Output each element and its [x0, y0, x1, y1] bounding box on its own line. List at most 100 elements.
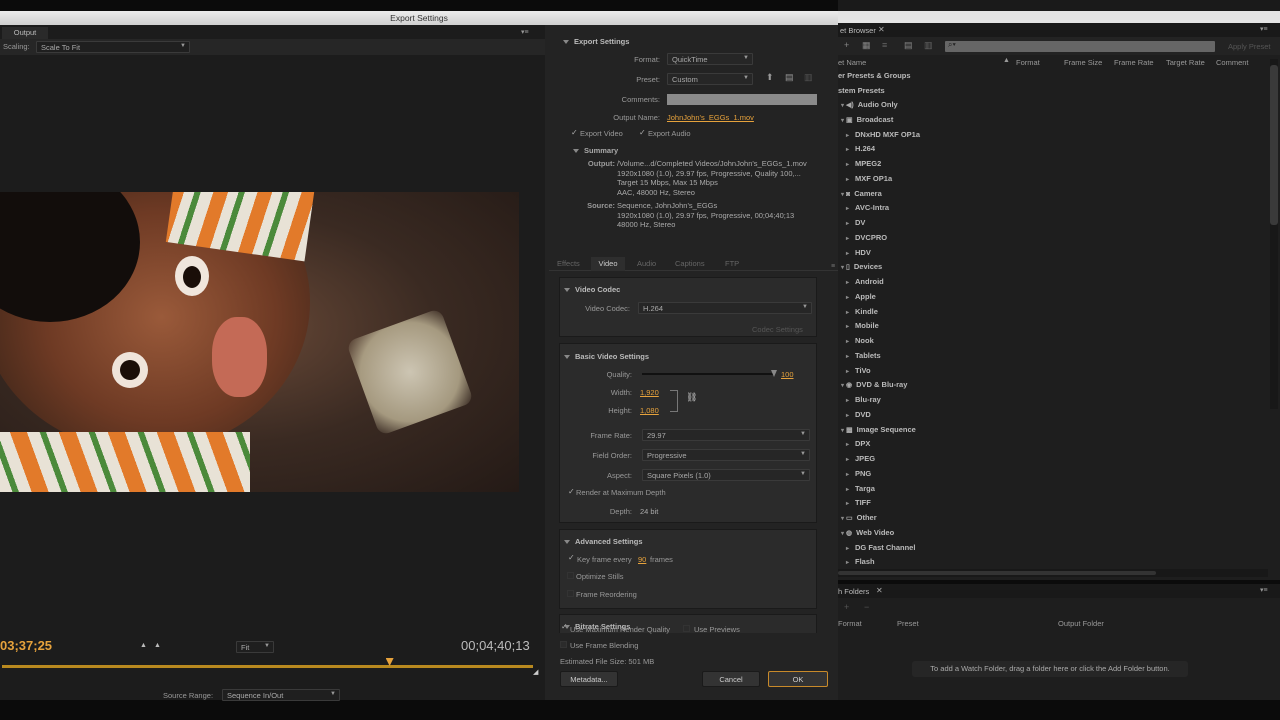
preset-item[interactable]: ▸ Blu-ray	[838, 395, 881, 404]
preset-item[interactable]: ▸ DNxHD MXF OP1a	[838, 130, 920, 139]
zoom-dropdown[interactable]: Fit ▼	[236, 641, 274, 653]
preset-item[interactable]: ▸ DVD	[838, 410, 871, 419]
column-format[interactable]: Format	[838, 619, 862, 628]
column-frame-rate[interactable]: Frame Rate	[1114, 58, 1154, 67]
disclosure-icon[interactable]: ▸	[846, 324, 849, 330]
disclosure-icon[interactable]: ▸	[846, 546, 849, 552]
summary-header[interactable]: Summary	[573, 146, 618, 155]
disclosure-icon[interactable]: ▸	[846, 310, 849, 316]
preset-item[interactable]: ▸ MPEG2	[838, 159, 881, 168]
keyframe-value[interactable]: 90	[638, 555, 646, 564]
preset-item[interactable]: ▸ TIFF	[838, 498, 871, 507]
disclosure-icon[interactable]: ▸	[846, 339, 849, 345]
column-output-folder[interactable]: Output Folder	[1058, 619, 1104, 628]
source-range-dropdown[interactable]: Sequence In/Out ▼	[222, 689, 340, 701]
preset-item[interactable]: ▸ TiVo	[838, 366, 871, 375]
preset-item[interactable]: ▾ ◀) Audio Only	[838, 100, 898, 109]
tab-captions[interactable]: Captions	[675, 259, 705, 268]
column-comment[interactable]: Comment	[1216, 58, 1249, 67]
preset-item[interactable]: ▾ ◉ DVD & Blu-ray	[838, 380, 907, 389]
link-icon[interactable]: ⛓	[686, 392, 697, 403]
system-presets-group[interactable]: stem Presets	[838, 86, 885, 95]
panel-menu-icon[interactable]: ▾≡	[1260, 586, 1268, 594]
timeline-track[interactable]	[2, 665, 533, 668]
remove-preset-icon[interactable]: ≡	[882, 40, 887, 50]
scroll-menu-icon[interactable]: ≡	[831, 263, 835, 270]
save-preset-icon[interactable]: ⬆	[766, 72, 774, 83]
disclosure-icon[interactable]: ▸	[846, 472, 849, 478]
preset-item[interactable]: ▸ DVCPRO	[838, 233, 887, 242]
tab-video[interactable]: Video	[591, 257, 625, 271]
disclosure-icon[interactable]: ▾	[841, 265, 844, 271]
disclosure-icon[interactable]: ▸	[846, 236, 849, 242]
disclosure-icon[interactable]: ▾	[841, 118, 844, 124]
remove-folder-icon[interactable]: −	[864, 602, 869, 612]
disclosure-icon[interactable]: ▸	[846, 398, 849, 404]
disclosure-icon[interactable]: ▸	[846, 369, 849, 375]
disclosure-icon[interactable]: ▾	[841, 531, 844, 537]
disclosure-icon[interactable]: ▸	[846, 457, 849, 463]
frame-blending-checkbox[interactable]	[560, 641, 567, 648]
import-preset-icon[interactable]: ▤	[785, 72, 794, 83]
comments-input[interactable]	[667, 94, 817, 105]
frame-rate-dropdown[interactable]: 29.97 ▼	[642, 429, 810, 441]
metadata-button[interactable]: Metadata...	[560, 671, 618, 687]
disclosure-icon[interactable]: ▸	[846, 147, 849, 153]
disclosure-icon[interactable]: ▸	[846, 487, 849, 493]
panel-menu-icon[interactable]: ▾≡	[521, 28, 529, 36]
keyframe-checkbox[interactable]: ✓	[568, 553, 575, 562]
disclosure-icon[interactable]: ▾	[841, 192, 844, 198]
max-render-quality-checkbox[interactable]: ✓	[561, 622, 568, 631]
preset-item[interactable]: ▸ Android	[838, 277, 884, 286]
optimize-stills-checkbox[interactable]	[567, 572, 574, 579]
column-format[interactable]: Format	[1016, 58, 1040, 67]
preset-item[interactable]: ▾ ◙ Camera	[838, 189, 882, 198]
disclosure-icon[interactable]: ▸	[846, 280, 849, 286]
export-video-checkbox[interactable]: ✓	[571, 128, 578, 137]
preset-item[interactable]: ▸ Flash	[838, 557, 875, 566]
column-preset[interactable]: Preset	[897, 619, 919, 628]
disclosure-icon[interactable]: ▸	[846, 560, 849, 566]
set-out-icon[interactable]: ▲	[154, 642, 161, 649]
quality-slider[interactable]	[642, 373, 774, 375]
tab-preset-browser[interactable]: et Browser	[840, 26, 876, 35]
disclosure-icon[interactable]: ▾	[841, 428, 844, 434]
close-icon[interactable]: ✕	[878, 25, 885, 34]
advanced-header[interactable]: Advanced Settings	[564, 537, 643, 546]
preset-item[interactable]: ▸ Kindle	[838, 307, 878, 316]
quality-value[interactable]: 100	[781, 370, 794, 379]
search-input[interactable]: ⌕▾	[945, 40, 1215, 52]
panel-menu-icon[interactable]: ▾≡	[1260, 25, 1268, 33]
disclosure-icon[interactable]: ▸	[846, 295, 849, 301]
aspect-dropdown[interactable]: Square Pixels (1.0) ▼	[642, 469, 810, 481]
tab-effects[interactable]: Effects	[557, 259, 580, 268]
user-presets-group[interactable]: er Presets & Groups	[838, 71, 911, 80]
sort-icon[interactable]: ▲	[1003, 57, 1010, 64]
preset-item[interactable]: ▸ Nook	[838, 336, 874, 345]
codec-settings-button[interactable]: Codec Settings	[752, 325, 803, 334]
disclosure-icon[interactable]: ▸	[846, 354, 849, 360]
scaling-dropdown[interactable]: Scale To Fit ▼	[36, 41, 190, 53]
preset-hscrollbar-thumb[interactable]	[838, 571, 1156, 575]
apply-preset-button[interactable]: Apply Preset	[1228, 42, 1271, 51]
preset-item[interactable]: ▾ ▩ Image Sequence	[838, 425, 916, 434]
disclosure-icon[interactable]: ▸	[846, 442, 849, 448]
video-codec-header[interactable]: Video Codec	[564, 285, 620, 294]
export-audio-checkbox[interactable]: ✓	[639, 128, 646, 137]
width-value[interactable]: 1,920	[640, 388, 659, 397]
ok-button[interactable]: OK	[768, 671, 828, 687]
add-folder-icon[interactable]: +	[844, 602, 849, 612]
set-in-icon[interactable]: ▲	[140, 642, 147, 649]
preset-item[interactable]: ▸ Tablets	[838, 351, 881, 360]
height-value[interactable]: 1,080	[640, 406, 659, 415]
preset-item[interactable]: ▸ DV	[838, 218, 865, 227]
disclosure-icon[interactable]: ▾	[841, 516, 844, 522]
disclosure-icon[interactable]: ▸	[846, 413, 849, 419]
tab-ftp[interactable]: FTP	[725, 259, 739, 268]
disclosure-icon[interactable]: ▸	[846, 177, 849, 183]
preset-dropdown[interactable]: Custom ▼	[667, 73, 753, 85]
disclosure-icon[interactable]: ▾	[841, 383, 844, 389]
preset-item[interactable]: ▸ Apple	[838, 292, 876, 301]
preset-item[interactable]: ▾ ▣ Broadcast	[838, 115, 893, 124]
tab-watch-folders[interactable]: h Folders	[838, 587, 869, 596]
